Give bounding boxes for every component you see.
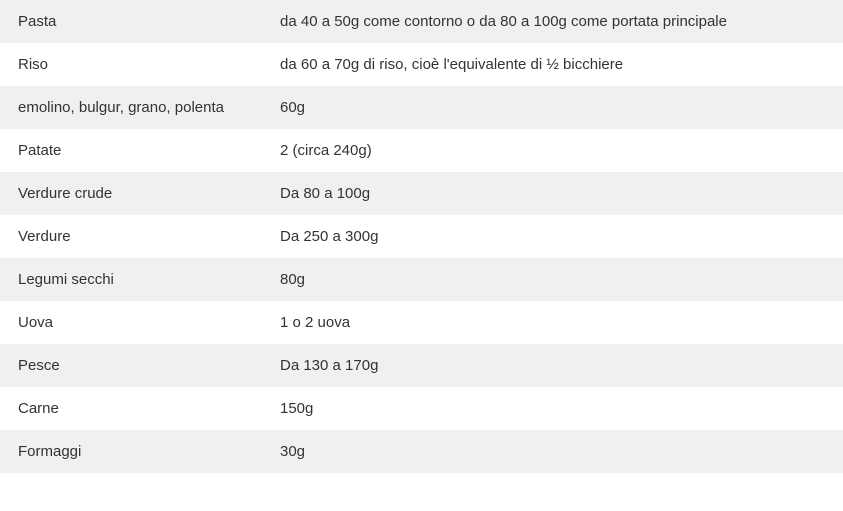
portion-cell: da 40 a 50g come contorno o da 80 a 100g… [280,0,843,43]
portion-cell: 2 (circa 240g) [280,129,843,172]
food-cell: emolino, bulgur, grano, polenta [0,86,280,129]
table-row: Carne 150g [0,387,843,430]
food-cell: Legumi secchi [0,258,280,301]
food-cell: Riso [0,43,280,86]
food-cell: Patate [0,129,280,172]
portion-cell: da 60 a 70g di riso, cioè l'equivalente … [280,43,843,86]
table-row: Formaggi 30g [0,430,843,473]
table-row: Riso da 60 a 70g di riso, cioè l'equival… [0,43,843,86]
portion-cell: Da 250 a 300g [280,215,843,258]
portion-cell: 1 o 2 uova [280,301,843,344]
food-cell: Verdure [0,215,280,258]
portion-cell: 30g [280,430,843,473]
table-row: Uova 1 o 2 uova [0,301,843,344]
portion-cell: Da 80 a 100g [280,172,843,215]
table-row: Pasta da 40 a 50g come contorno o da 80 … [0,0,843,43]
food-cell: Formaggi [0,430,280,473]
table-row: Verdure Da 250 a 300g [0,215,843,258]
portion-cell: 80g [280,258,843,301]
portion-table: Pasta da 40 a 50g come contorno o da 80 … [0,0,843,473]
table-row: Pesce Da 130 a 170g [0,344,843,387]
table-row: emolino, bulgur, grano, polenta 60g [0,86,843,129]
portion-cell: 150g [280,387,843,430]
food-cell: Verdure crude [0,172,280,215]
food-cell: Pesce [0,344,280,387]
portion-cell: 60g [280,86,843,129]
food-cell: Pasta [0,0,280,43]
table-row: Legumi secchi 80g [0,258,843,301]
food-cell: Uova [0,301,280,344]
table-row: Verdure crude Da 80 a 100g [0,172,843,215]
food-cell: Carne [0,387,280,430]
table-row: Patate 2 (circa 240g) [0,129,843,172]
portion-cell: Da 130 a 170g [280,344,843,387]
